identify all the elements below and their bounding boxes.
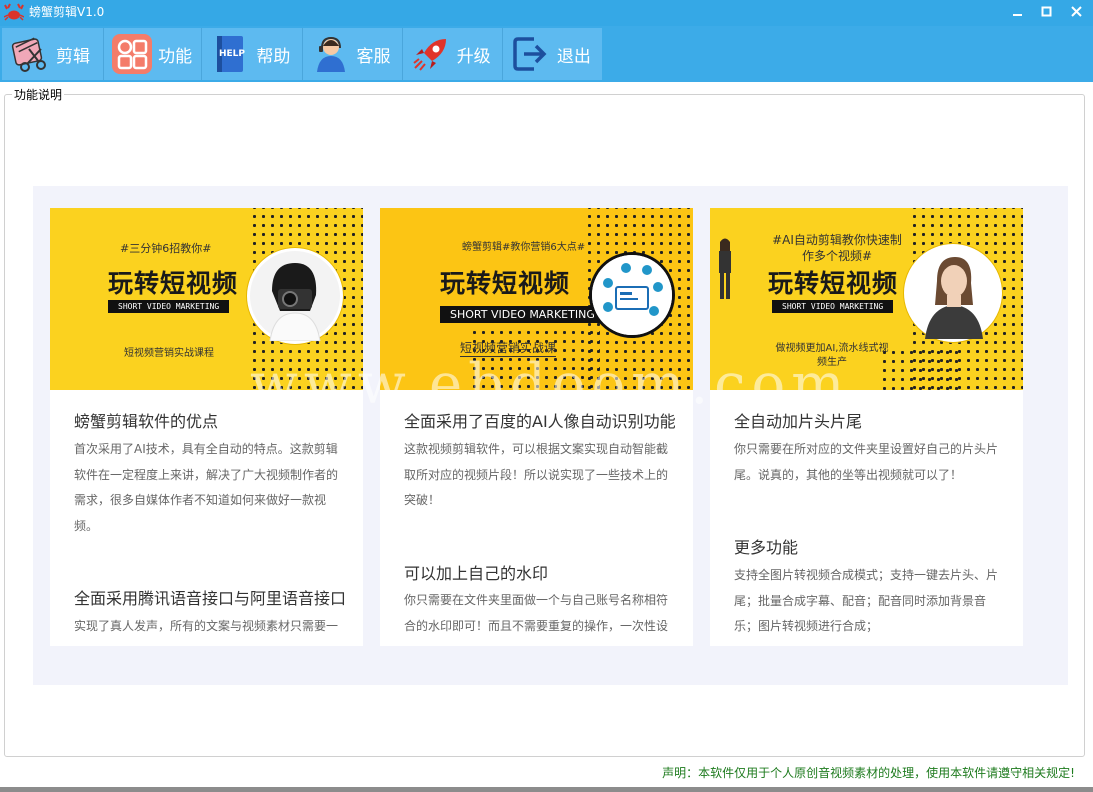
toolbar-help-button[interactable]: HELP 帮助 bbox=[202, 28, 303, 80]
card-2-text-2: 你只需要在文件夹里面做一个与自己账号名称相符合的水印即可！而且不需要重复的操作，… bbox=[404, 593, 669, 633]
feature-cards-panel: #三分钟6招教你# 玩转短视频 SHORT VIDEO MARKETING 短视… bbox=[33, 186, 1068, 685]
toolbar-features-button[interactable]: 功能 bbox=[104, 28, 203, 80]
groupbox-title: 功能说明 bbox=[12, 86, 65, 103]
photographer-photo bbox=[247, 248, 343, 344]
maximize-button[interactable] bbox=[1036, 2, 1058, 22]
toolbar-support-label: 客服 bbox=[356, 46, 391, 67]
minimize-button[interactable] bbox=[1007, 2, 1029, 22]
toolbar-exit-label: 退出 bbox=[556, 46, 591, 67]
toolbar-edit-button[interactable]: 剪辑 bbox=[2, 28, 105, 80]
close-icon bbox=[1071, 6, 1082, 17]
banner-1-main-title: 玩转短视频 bbox=[108, 269, 239, 298]
customer-service-icon bbox=[311, 34, 351, 74]
watermark-text: www.ebdoom.com bbox=[250, 352, 851, 417]
banner-3-english: SHORT VIDEO MARKETING bbox=[772, 300, 894, 313]
help-book-icon: HELP bbox=[210, 34, 250, 74]
card-3-heading-2: 更多功能 bbox=[734, 538, 799, 557]
toolbar-exit-button[interactable]: 退出 bbox=[503, 28, 602, 80]
grid-apps-icon bbox=[112, 34, 153, 74]
main-toolbar: 剪辑 功能 HELP 帮助 客服 升级 退出 bbox=[0, 26, 1093, 82]
disclaimer-statement: 声明：本软件仅用于个人原创音视频素材的处理，使用本软件请遵守相关规定! bbox=[662, 766, 1075, 780]
marketing-graphic bbox=[589, 252, 675, 338]
toolbar-upgrade-button[interactable]: 升级 bbox=[403, 28, 503, 80]
title-bar: 螃蟹剪辑V1.0 bbox=[0, 0, 1093, 26]
card-2-text-1: 这款视频剪辑软件，可以根据文案实现自动智能截取所对应的视频片段！所以说实现了一些… bbox=[404, 442, 669, 507]
feature-card-1: #三分钟6招教你# 玩转短视频 SHORT VIDEO MARKETING 短视… bbox=[50, 208, 363, 646]
card-2-heading-2: 可以加上自己的水印 bbox=[404, 564, 549, 583]
card-1-text-2: 实现了真人发声，所有的文案与视频素材只需要一 bbox=[74, 619, 339, 633]
card-1-text-1: 首次采用了AI技术，具有全自动的特点。这款剪辑软件在一定程度上来讲，解决了广大视… bbox=[74, 442, 339, 533]
toolbar-support-button[interactable]: 客服 bbox=[303, 28, 403, 80]
banner-1-footer: 短视频营销实战课程 bbox=[124, 348, 214, 359]
window-title: 螃蟹剪辑V1.0 bbox=[29, 5, 105, 19]
rocket-icon bbox=[411, 34, 451, 74]
card-1-heading-2: 全面采用腾讯语音接口与阿里语音接口 bbox=[74, 589, 347, 608]
maximize-icon bbox=[1041, 6, 1052, 17]
feature-card-2: 螃蟹剪辑#教你营销6大点# 玩转短视频 SHORT VIDEO MARKETIN… bbox=[380, 208, 693, 646]
banner-2-main-title: 玩转短视频 bbox=[440, 269, 571, 298]
close-button[interactable] bbox=[1066, 2, 1088, 22]
banner-1-tag: #三分钟6招教你# bbox=[120, 242, 212, 255]
toolbar-edit-label: 剪辑 bbox=[56, 46, 90, 67]
banner-3-main-title: 玩转短视频 bbox=[768, 269, 899, 298]
toolbar-button-group: 剪辑 功能 HELP 帮助 客服 升级 退出 bbox=[2, 28, 602, 80]
small-woman-figure bbox=[719, 238, 731, 299]
dot-pattern bbox=[880, 348, 960, 390]
card-3-text-2: 支持全图片转视频合成模式；支持一键去片头、片尾；批量合成字幕、配音；配音同时添加… bbox=[734, 568, 999, 633]
minimize-icon bbox=[1013, 14, 1022, 16]
exit-arrow-icon bbox=[511, 34, 551, 74]
svg-text:HELP: HELP bbox=[219, 49, 245, 59]
banner-2-english: SHORT VIDEO MARKETING bbox=[440, 306, 605, 323]
banner-1-english: SHORT VIDEO MARKETING bbox=[108, 300, 230, 313]
feature-card-3: #AI自动剪辑教你快速制作多个视频# 玩转短视频 SHORT VIDEO MAR… bbox=[710, 208, 1023, 646]
crab-logo-icon bbox=[3, 3, 25, 23]
clapperboard-scissors-icon bbox=[10, 34, 50, 74]
toolbar-features-label: 功能 bbox=[158, 46, 193, 67]
card-1-heading-1: 螃蟹剪辑软件的优点 bbox=[74, 412, 219, 431]
toolbar-upgrade-label: 升级 bbox=[456, 46, 491, 67]
woman-photo bbox=[904, 244, 1002, 342]
banner-2-tag: 螃蟹剪辑#教你营销6大点# bbox=[462, 242, 586, 253]
toolbar-help-label: 帮助 bbox=[256, 46, 291, 67]
banner-3-tag: #AI自动剪辑教你快速制作多个视频# bbox=[772, 233, 902, 263]
bottom-edge-strip bbox=[0, 787, 1093, 792]
card-3-text-1: 你只需要在所对应的文件夹里设置好自己的片头片尾。说真的，其他的坐等出视频就可以了… bbox=[734, 442, 999, 482]
